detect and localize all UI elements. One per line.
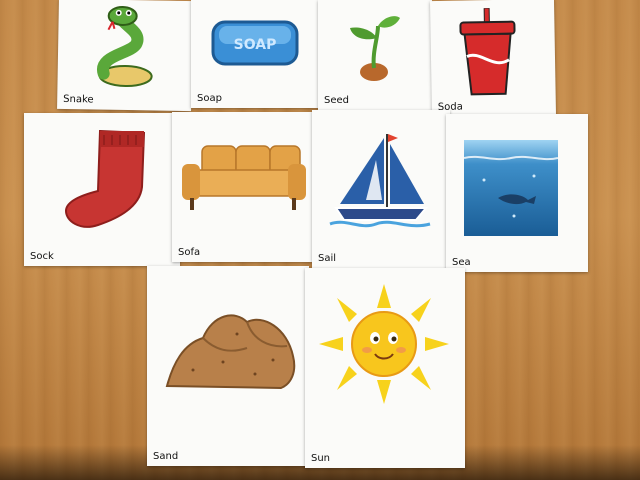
snake-icon xyxy=(97,5,153,88)
sofa-icon xyxy=(182,145,306,210)
card-sofa: Sofa xyxy=(172,112,312,262)
card-sail: Sail xyxy=(312,110,450,268)
card-sea: Sea xyxy=(446,114,588,272)
card-sock: Sock xyxy=(24,113,180,266)
card-soap: SOAP Soap xyxy=(191,0,319,108)
sailboat-icon xyxy=(329,134,431,228)
card-sand: Sand xyxy=(147,266,309,466)
sock-icon xyxy=(64,129,146,228)
card-label: Sand xyxy=(153,451,179,462)
seed-icon xyxy=(350,16,400,81)
card-label: Soap xyxy=(197,93,222,104)
card-soda: Soda xyxy=(429,0,557,118)
sea-icon xyxy=(464,140,558,236)
soda-icon xyxy=(459,7,516,96)
soap-icon: SOAP xyxy=(211,20,299,66)
card-label: Sofa xyxy=(178,247,201,258)
card-label: Sail xyxy=(318,253,337,264)
sand-icon xyxy=(165,314,296,390)
svg-text:SOAP: SOAP xyxy=(234,37,277,53)
card-label: Sea xyxy=(452,257,471,268)
card-label: Sun xyxy=(311,453,331,464)
card-sun: Sun xyxy=(305,268,465,468)
sun-icon xyxy=(319,284,449,404)
card-label: Sock xyxy=(30,251,54,262)
card-snake: Snake xyxy=(57,0,193,112)
card-seed: Seed xyxy=(318,0,432,110)
card-label: Seed xyxy=(324,95,349,106)
card-label: Snake xyxy=(63,93,94,106)
